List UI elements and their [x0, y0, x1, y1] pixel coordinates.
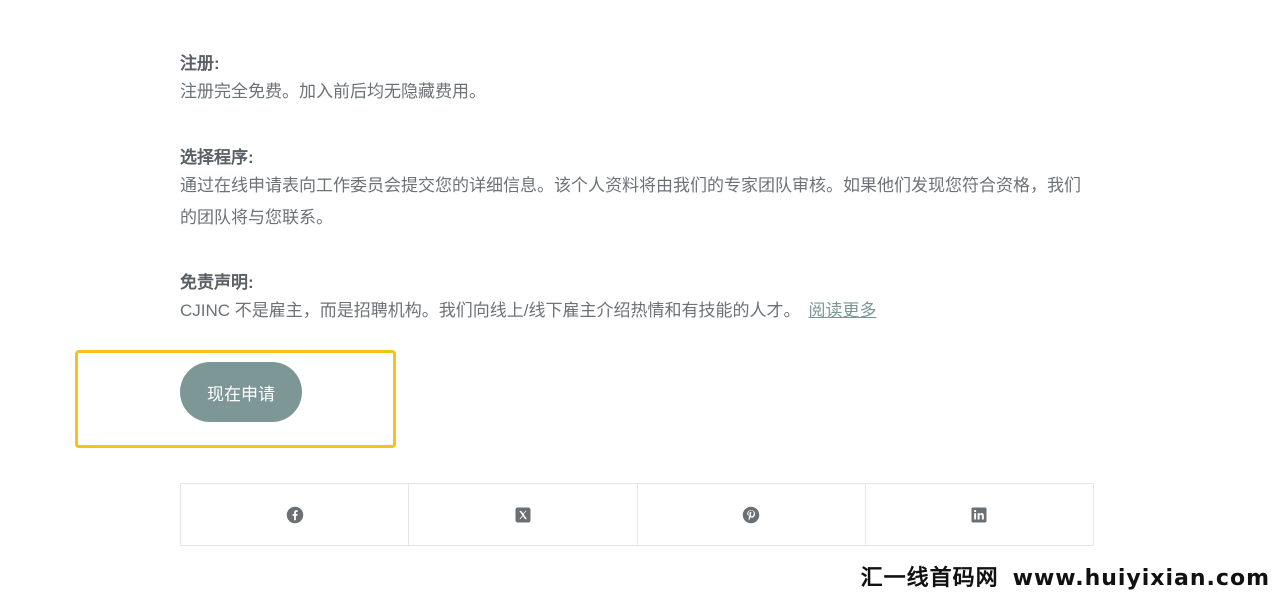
page: 注册: 注册完全免费。加入前后均无隐藏费用。 选择程序: 通过在线申请表向工作委… — [0, 0, 1274, 596]
read-more-link[interactable]: 阅读更多 — [809, 301, 877, 320]
watermark: 汇一线首码网 www.huiyixian.com — [861, 560, 1270, 592]
selection-title: 选择程序: — [180, 148, 254, 167]
selection-body: 通过在线申请表向工作委员会提交您的详细信息。该个人资料将由我们的专家团队审核。如… — [180, 176, 1081, 227]
disclaimer-section: 免责声明: CJINC 不是雇主，而是招聘机构。我们向线上/线下雇主介绍热情和有… — [180, 271, 1090, 327]
pinterest-icon — [742, 506, 760, 523]
linkedin-icon — [971, 507, 987, 522]
share-linkedin[interactable] — [866, 484, 1093, 545]
registration-body: 注册完全免费。加入前后均无隐藏费用。 — [180, 82, 486, 101]
share-x[interactable] — [409, 484, 638, 545]
disclaimer-title: 免责声明: — [180, 273, 254, 292]
disclaimer-body: CJINC 不是雇主，而是招聘机构。我们向线上/线下雇主介绍热情和有技能的人才。 — [180, 301, 801, 320]
share-bar — [180, 483, 1094, 546]
watermark-site: www.huiyixian.com — [1012, 566, 1270, 591]
facebook-icon — [286, 506, 303, 523]
share-facebook[interactable] — [181, 484, 410, 545]
x-twitter-icon — [515, 507, 531, 522]
selection-section: 选择程序: 通过在线申请表向工作委员会提交您的详细信息。该个人资料将由我们的专家… — [180, 146, 1090, 234]
share-pinterest[interactable] — [638, 484, 866, 545]
registration-section: 注册: 注册完全免费。加入前后均无隐藏费用。 — [180, 52, 1090, 108]
disclaimer-body-line: CJINC 不是雇主，而是招聘机构。我们向线上/线下雇主介绍热情和有技能的人才。… — [180, 295, 1090, 327]
apply-now-button[interactable]: 现在申请 — [180, 362, 302, 422]
registration-title: 注册: — [180, 54, 220, 73]
watermark-brand: 汇一线首码网 — [860, 566, 999, 591]
